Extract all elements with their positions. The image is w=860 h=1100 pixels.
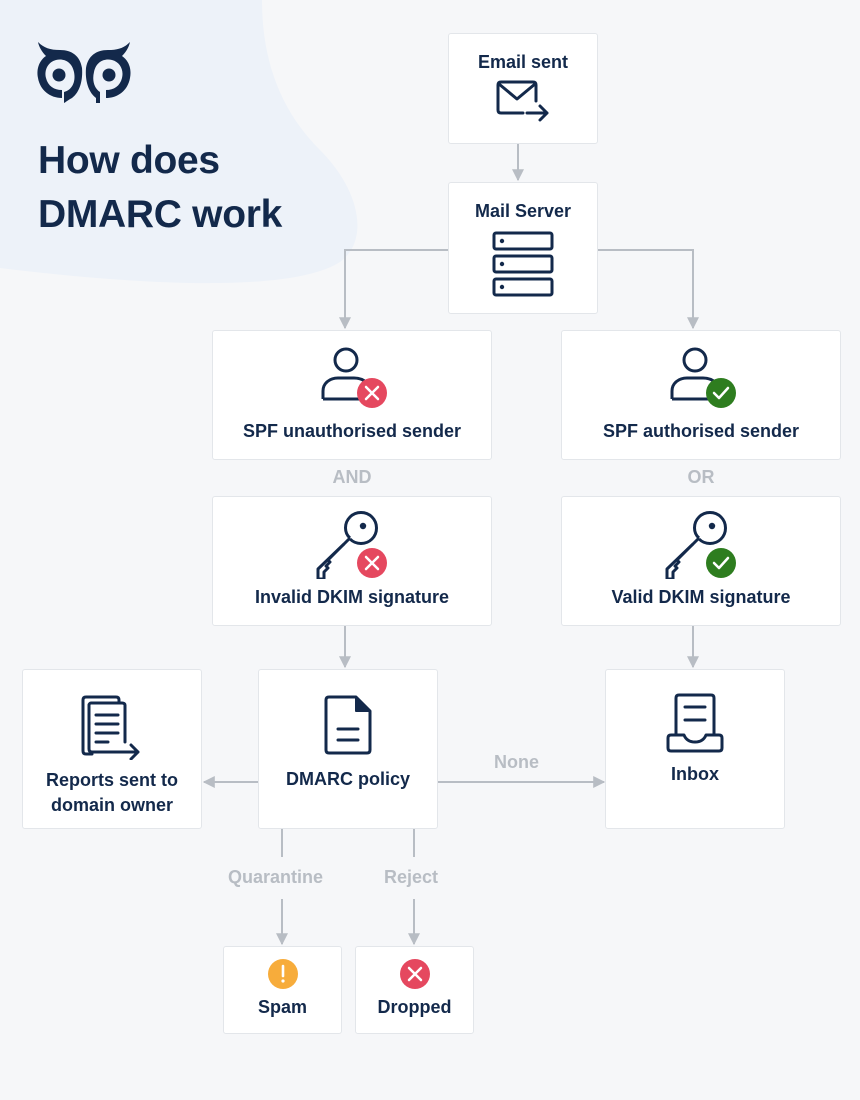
edge-label-none: None <box>494 752 539 772</box>
key-pass-icon <box>665 511 736 579</box>
conjunction-and: AND <box>332 467 372 487</box>
user-pass-icon <box>670 347 736 408</box>
connector-server-to-spf-pass <box>598 249 699 330</box>
error-icon <box>399 959 430 989</box>
conjunction-or: OR <box>687 467 715 487</box>
connector-server-to-spf-fail <box>339 249 448 330</box>
envelope-send-icon <box>496 80 549 122</box>
node-inbox: Inbox <box>605 669 785 829</box>
node-label: Inbox <box>671 764 719 784</box>
node-dropped: Dropped <box>355 946 474 1034</box>
document-icon <box>324 695 372 755</box>
node-label: Email sent <box>477 52 569 72</box>
node-reports-sent: Reports sent to domain owner <box>22 669 202 829</box>
node-label: Mail Server <box>474 201 572 221</box>
edge-label-quarantine: Quarantine <box>228 867 324 887</box>
server-stack-icon <box>492 231 554 297</box>
node-label: Invalid DKIM signature <box>254 587 450 607</box>
inbox-tray-icon <box>666 693 724 753</box>
user-fail-icon <box>321 347 387 408</box>
node-label: SPF unauthorised sender <box>242 421 462 441</box>
node-email-sent: Email sent <box>448 33 598 144</box>
node-label: Dropped <box>377 997 452 1017</box>
node-dmarc-policy: DMARC policy <box>258 669 438 829</box>
edge-label-reject: Reject <box>384 867 439 887</box>
key-fail-icon <box>316 511 387 579</box>
warning-icon <box>267 959 298 989</box>
node-label: DMARC policy <box>285 769 410 789</box>
node-label: Valid DKIM signature <box>611 587 791 607</box>
node-spf-unauthorised: SPF unauthorised sender <box>212 330 492 460</box>
documents-send-icon <box>81 695 140 760</box>
node-label-line-2: domain owner <box>50 795 173 815</box>
node-label-line-1: Reports sent to <box>45 770 178 790</box>
node-spf-authorised: SPF authorised sender <box>561 330 841 460</box>
node-dkim-invalid: Invalid DKIM signature <box>212 496 492 626</box>
node-dkim-valid: Valid DKIM signature <box>561 496 841 626</box>
node-label: Spam <box>257 997 308 1017</box>
node-label: SPF authorised sender <box>602 421 800 441</box>
node-spam: Spam <box>223 946 342 1034</box>
node-mail-server: Mail Server <box>448 182 598 314</box>
